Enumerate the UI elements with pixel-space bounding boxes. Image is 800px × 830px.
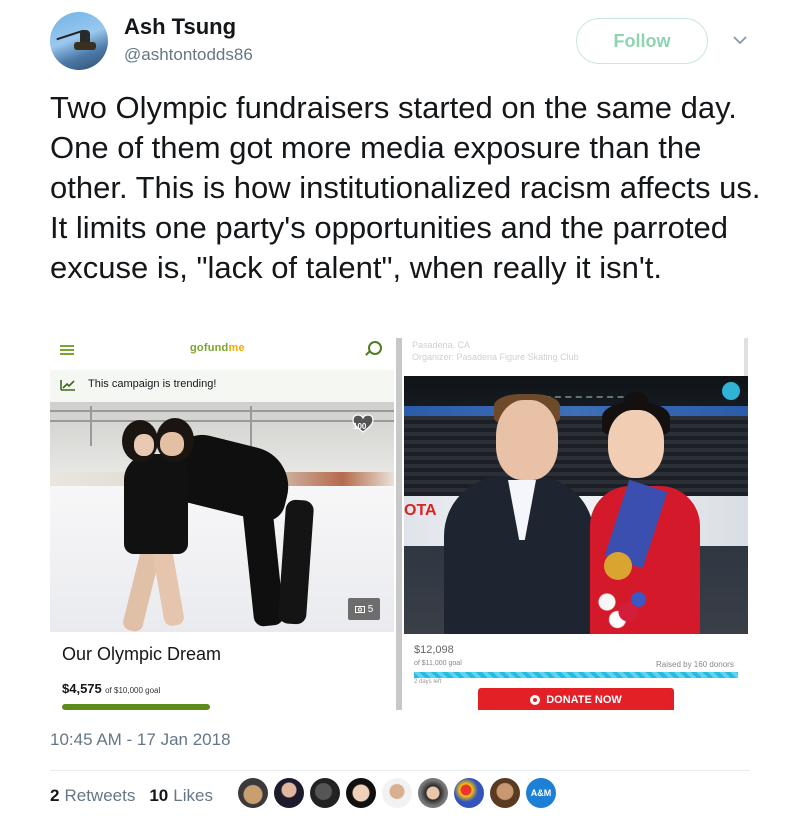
search-icon — [368, 341, 382, 355]
amount-raised: $12,098 — [414, 644, 454, 656]
liker-avatar[interactable] — [490, 778, 520, 808]
divider — [50, 770, 750, 771]
skater-coach-photo: OTA — [404, 376, 748, 634]
camera-icon — [354, 606, 365, 613]
liker-avatar[interactable] — [382, 778, 412, 808]
liker-avatar[interactable] — [346, 778, 376, 808]
campaign-location: Pasadena, CA — [412, 340, 471, 350]
liker-avatar[interactable] — [310, 778, 340, 808]
user-handle[interactable]: @ashtontodds86 — [124, 45, 253, 65]
donate-label: DONATE NOW — [546, 694, 622, 706]
amount-raised: $4,575 of $10,000 goal — [62, 681, 161, 696]
tweet-text: Two Olympic fundraisers started on the s… — [50, 90, 761, 285]
heart-count: 100 — [353, 422, 367, 431]
trending-text: This campaign is trending! — [88, 378, 217, 390]
donate-button[interactable]: DONATE NOW — [478, 688, 674, 710]
liker-avatar[interactable] — [418, 778, 448, 808]
gofundme-logo: gofundme — [190, 342, 245, 354]
skaters-photo — [50, 402, 394, 632]
right-campaign-screenshot[interactable]: Pasadena, CA Organizer: Pasadena Figure … — [396, 338, 752, 710]
left-campaign-screenshot[interactable]: gofundme This campaign is trending! 100 … — [50, 338, 394, 710]
tweet-timestamp[interactable]: 10:45 AM - 17 Jan 2018 — [50, 730, 231, 750]
arena-board-text: OTA — [404, 502, 437, 519]
likers-list: A&M — [238, 778, 556, 808]
campaign-organizer: Organizer: Pasadena Figure Skating Club — [412, 352, 579, 362]
verified-badge-icon — [722, 382, 740, 400]
tweet-stats: 2 Retweets 10 Likes — [50, 786, 213, 806]
liker-avatar[interactable] — [454, 778, 484, 808]
donate-icon — [530, 695, 541, 705]
avatar-seat — [74, 42, 96, 50]
liker-avatar[interactable]: A&M — [526, 778, 556, 808]
chevron-down-icon[interactable] — [728, 28, 752, 52]
liker-avatar[interactable] — [274, 778, 304, 808]
scrollbar[interactable] — [396, 338, 402, 710]
follow-button[interactable]: Follow — [576, 18, 708, 64]
likes-stat[interactable]: 10 Likes — [149, 786, 213, 806]
display-name[interactable]: Ash Tsung — [124, 14, 236, 40]
gofundme-topbar: gofundme — [50, 338, 394, 360]
photo-count-badge[interactable]: 5 — [348, 598, 380, 620]
campaign-title[interactable]: Our Olympic Dream — [62, 644, 221, 665]
progress-bar — [62, 704, 210, 710]
donor-count: Raised by 160 donors — [656, 660, 734, 669]
profile-avatar[interactable] — [50, 12, 108, 70]
retweets-stat[interactable]: 2 Retweets — [50, 786, 135, 806]
days-left: 2 days left — [414, 679, 442, 685]
goal-text: of $11,000 goal — [414, 660, 462, 667]
trending-chart-icon — [60, 380, 75, 391]
progress-bar — [414, 672, 738, 678]
liker-avatar[interactable] — [238, 778, 268, 808]
hamburger-icon — [60, 345, 74, 355]
photo-count: 5 — [367, 603, 374, 615]
